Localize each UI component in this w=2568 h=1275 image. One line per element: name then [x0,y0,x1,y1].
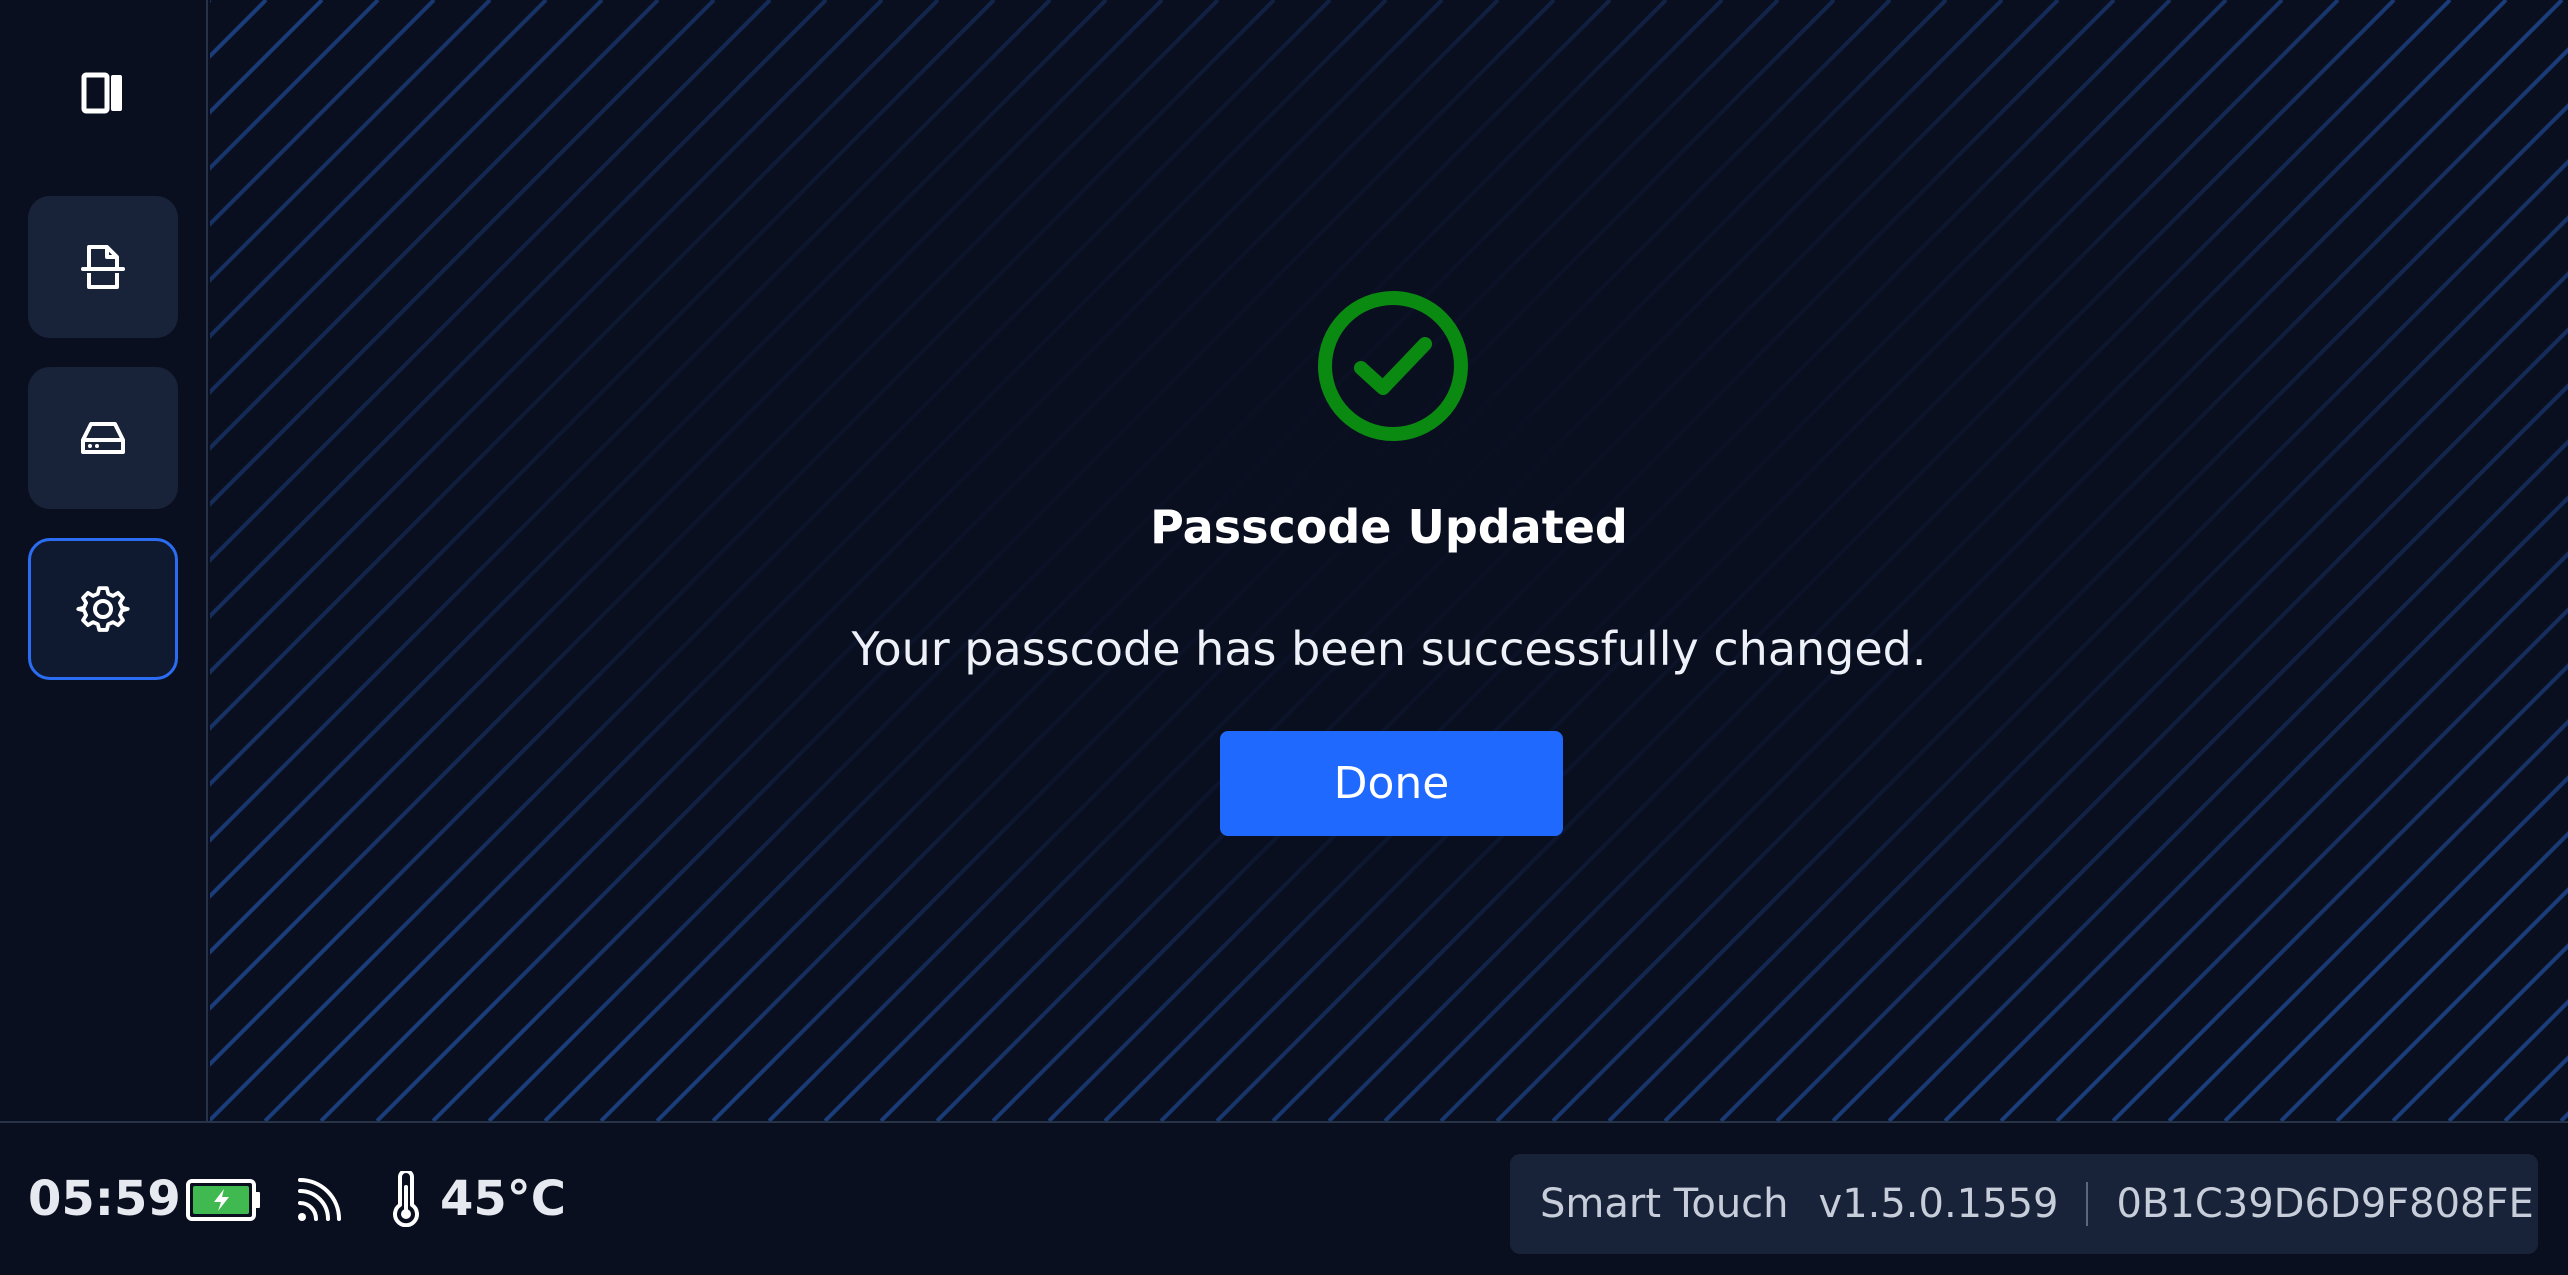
app-version: v1.5.0.1559 [1818,1181,2059,1227]
battery-charging-icon [186,1179,262,1225]
background-pattern [210,0,2568,1121]
dialog-title: Passcode Updated [1150,500,1628,554]
temperature-value: 45°C [440,1171,567,1227]
check-circle-icon [1318,291,1468,441]
sidebar-item-storage[interactable] [28,367,178,509]
drive-icon [81,422,125,454]
sidebar-item-documents[interactable] [28,196,178,338]
device-info-badge: Smart Touch v1.5.0.1559 0B1C39D6D9F808FE [1510,1154,2538,1254]
gear-icon [76,586,130,632]
status-bar: 05:59 45°C Smart Touch v1.5.0.1559 0B1C3… [0,1121,2568,1275]
app-name: Smart Touch [1540,1181,1789,1227]
device-id: 0B1C39D6D9F808FE [2116,1181,2534,1227]
sidebar [0,0,208,1121]
done-button[interactable]: Done [1220,731,1563,836]
clock: 05:59 [28,1171,181,1227]
app-root: Passcode Updated Your passcode has been … [0,0,2568,1275]
divider [2086,1182,2089,1226]
panel-toggle-icon[interactable] [72,62,134,124]
sidebar-item-settings[interactable] [28,538,178,680]
document-icon [81,245,125,289]
wifi-signal-icon [296,1177,342,1227]
dialog-message: Your passcode has been successfully chan… [851,622,1927,676]
thermometer-icon [388,1169,424,1231]
main-content: Passcode Updated Your passcode has been … [210,0,2568,1121]
